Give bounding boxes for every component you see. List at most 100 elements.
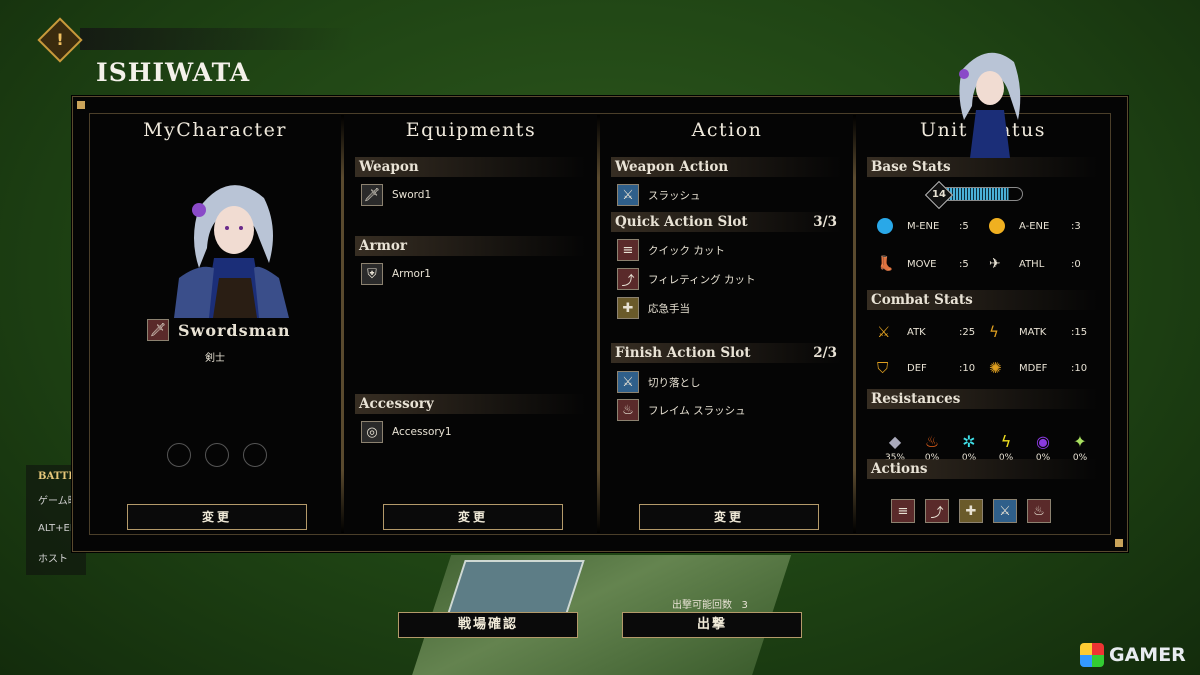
- change-equipment-button[interactable]: 変更: [383, 504, 563, 530]
- action-title: Action: [691, 119, 763, 141]
- stat-value: :25: [959, 326, 976, 338]
- stat-mdef: ✺ MDEF:10: [989, 357, 1087, 379]
- actions-header: Actions: [867, 459, 1097, 479]
- stat-def: ⛉ DEF:10: [877, 357, 975, 379]
- sword-icon: 🗡: [147, 319, 169, 341]
- gamer-watermark: GAMER: [1080, 641, 1186, 669]
- stat-m-ene: M-ENE :5: [877, 215, 969, 237]
- quick-action-name: フィレティング カット: [648, 273, 756, 286]
- a-ene-icon: [989, 218, 1005, 234]
- quick-action-item[interactable]: ✚ 応急手当: [617, 296, 690, 320]
- character-panel: MyCharacter 🗡 Swordsman 剣士 変更 Equipments…: [72, 96, 1128, 552]
- level-badge: 14: [924, 180, 954, 210]
- orb-slot[interactable]: [243, 443, 267, 467]
- finish-action-count: 2/3: [813, 345, 837, 361]
- character-portrait: [174, 185, 289, 318]
- column-divider: [597, 115, 600, 533]
- ring-icon: ◎: [361, 421, 383, 443]
- battlefield-confirm-button[interactable]: 戦場確認: [398, 612, 578, 638]
- quick-cut-icon[interactable]: ≡: [891, 499, 915, 523]
- magic-attack-icon: ϟ: [989, 323, 999, 341]
- quick-action-count: 3/3: [813, 214, 837, 230]
- change-action-button[interactable]: 変更: [639, 504, 819, 530]
- sortie-count: 出撃可能回数 3: [672, 596, 748, 611]
- alert-icon[interactable]: !: [37, 17, 83, 63]
- quick-action-header: Quick Action Slot 3/3: [611, 212, 841, 232]
- stat-value: :15: [1071, 326, 1088, 338]
- armor-slot[interactable]: ⛨ Armor1: [361, 262, 431, 286]
- dark-icon: ◉: [1036, 432, 1050, 451]
- weapon-action-item[interactable]: ⚔ スラッシュ: [617, 183, 701, 207]
- corner-ornament: [1115, 539, 1123, 547]
- light-icon: ✦: [1073, 432, 1087, 451]
- attack-icon: ⚔: [877, 323, 891, 341]
- flame-slash-icon: ♨: [617, 399, 639, 421]
- weapon-slot[interactable]: 🗡 Sword1: [361, 183, 431, 207]
- corner-ornament: [77, 101, 85, 109]
- equipments-title: Equipments: [405, 119, 537, 141]
- stat-athl: ✈ ATHL :0: [989, 253, 1081, 275]
- first-aid-icon[interactable]: ✚: [959, 499, 983, 523]
- stat-label: M-ENE: [907, 220, 940, 232]
- unit-portrait-small: [959, 52, 1021, 158]
- boot-icon: 👢: [877, 256, 895, 272]
- finish-action-item[interactable]: ⚔ 切り落とし: [617, 370, 701, 394]
- athletics-icon: ✈: [989, 256, 1001, 272]
- lightning-icon: ϟ: [1000, 432, 1012, 451]
- sword-icon: 🗡: [361, 184, 383, 206]
- quick-action-item[interactable]: ⤴ フィレティング カット: [617, 267, 756, 291]
- class-row: 🗡 Swordsman: [147, 319, 291, 341]
- finish-action-item[interactable]: ♨ フレイム スラッシュ: [617, 398, 746, 422]
- stat-value: :10: [959, 362, 976, 374]
- stat-label: DEF: [907, 362, 927, 374]
- unit-status-column: Unit Status Base Stats 14 M-ENE:5 A-ENE:…: [857, 113, 1109, 535]
- stat-value: :0: [1071, 258, 1081, 270]
- quick-action-item[interactable]: ≡ クイック カット: [617, 238, 725, 262]
- weapon-name: Sword1: [392, 189, 432, 201]
- armor-name: Armor1: [392, 268, 431, 280]
- level-value: 14: [932, 189, 946, 200]
- sortie-button[interactable]: 出撃: [622, 612, 802, 638]
- combat-stats-header: Combat Stats: [867, 290, 1097, 310]
- exclamation-icon: !: [56, 30, 64, 49]
- quick-action-name: 応急手当: [648, 302, 690, 315]
- weapon-action-header: Weapon Action: [611, 157, 841, 177]
- filleting-cut-icon: ⤴: [617, 268, 639, 290]
- battlefield-water: [445, 560, 585, 620]
- base-stats-header: Base Stats: [867, 157, 1097, 177]
- left-menu-item[interactable]: ホスト: [38, 550, 86, 565]
- change-character-button[interactable]: 変更: [127, 504, 307, 530]
- quick-action-name: クイック カット: [648, 244, 725, 257]
- orb-slot[interactable]: [205, 443, 229, 467]
- filleting-cut-icon[interactable]: ⤴: [925, 499, 949, 523]
- flame-slash-icon[interactable]: ♨: [1027, 499, 1051, 523]
- rock-icon: ◆: [888, 432, 902, 451]
- sortie-value: 3: [741, 600, 748, 611]
- gamer-logo-icon: [1080, 643, 1104, 667]
- stat-value: :5: [959, 258, 969, 270]
- mycharacter-title: MyCharacter: [143, 119, 287, 141]
- stat-value: :5: [959, 220, 969, 232]
- accessory-slot[interactable]: ◎ Accessory1: [361, 420, 452, 444]
- equipments-column: Equipments Weapon 🗡 Sword1 Armor ⛨ Armor1 …: [345, 113, 597, 535]
- quick-cut-icon: ≡: [617, 239, 639, 261]
- stat-move: 👢 MOVE:5: [877, 253, 969, 275]
- column-divider: [341, 115, 344, 533]
- orb-slot[interactable]: [167, 443, 191, 467]
- stat-a-ene: A-ENE:3: [989, 215, 1081, 237]
- cut-down-icon: ⚔: [617, 371, 639, 393]
- action-column: Action Weapon Action ⚔ スラッシュ Quick Action…: [601, 113, 853, 535]
- slash-icon: ⚔: [617, 184, 639, 206]
- finish-action-name: 切り落とし: [648, 376, 701, 389]
- weapon-action-name: スラッシュ: [648, 189, 701, 202]
- first-aid-icon: ✚: [617, 297, 639, 319]
- alert-bar: [80, 28, 355, 50]
- slash-icon[interactable]: ⚔: [993, 499, 1017, 523]
- class-name: Swordsman: [178, 320, 291, 340]
- magic-defense-icon: ✺: [989, 359, 1002, 377]
- player-name: ISHIWATA: [96, 58, 251, 87]
- armor-icon: ⛨: [361, 263, 383, 285]
- watermark-text: GAMER: [1109, 644, 1186, 666]
- skill-orb-slots: [167, 443, 267, 467]
- stat-label: ATHL: [1019, 258, 1045, 270]
